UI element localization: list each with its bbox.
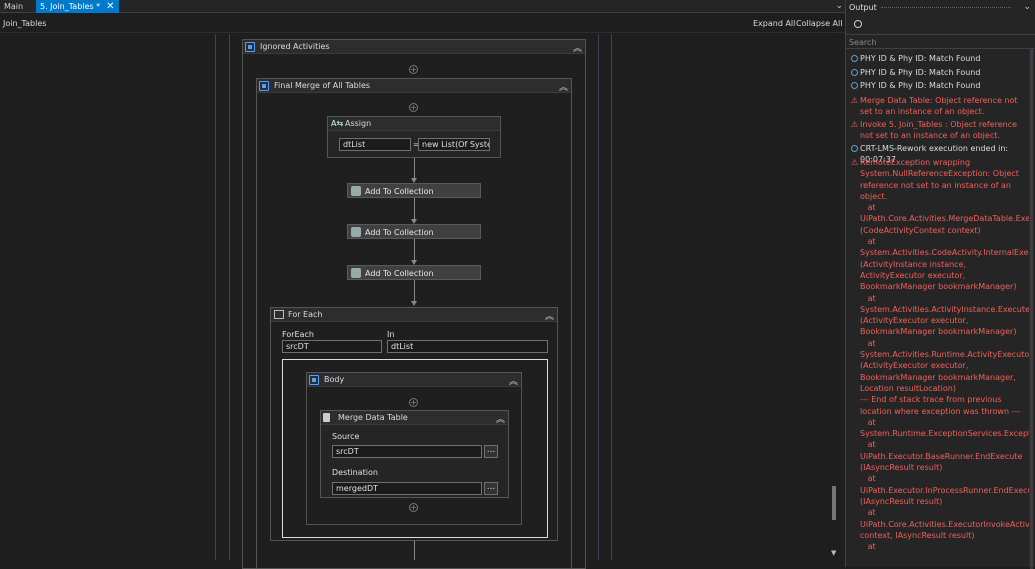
foreach-item-field[interactable]: srcDT — [282, 340, 382, 353]
collection-icon — [351, 227, 361, 237]
add-activity-icon[interactable]: + — [409, 398, 418, 407]
tab-join-tables-label: 5. Join_Tables * — [40, 2, 101, 11]
collection-icon — [351, 186, 361, 196]
output-title: Output — [849, 3, 877, 12]
assign-icon: A⇆ — [331, 119, 344, 128]
canvas-scrollbar[interactable] — [828, 34, 840, 560]
final-merge-title: Final Merge of All Tables — [274, 81, 371, 90]
info-icon — [851, 69, 858, 76]
add-to-collection-label: Add To Collection — [365, 187, 434, 196]
for-each-title: For Each — [288, 310, 323, 319]
assign-value-field[interactable]: new List(Of System — [418, 138, 490, 151]
collapse-icon[interactable]: ︽ — [559, 80, 568, 93]
warning-icon: ⚠ — [851, 96, 859, 105]
add-to-collection-activity[interactable]: Add To Collection — [347, 224, 481, 239]
collapse-icon[interactable]: ︽ — [509, 374, 518, 387]
output-panel: Output ⌄ Search PHY ID & Phy ID: Match F… — [845, 0, 1035, 567]
assign-to-field[interactable]: dtList — [339, 138, 411, 151]
output-toolbar — [846, 17, 1035, 35]
assign-activity[interactable]: A⇆ Assign dtList = new List(Of System — [327, 116, 501, 158]
merge-data-table-header[interactable]: Merge Data Table ︽ — [321, 411, 508, 425]
log-entry-text: PHY ID & Phy ID: Match Found — [860, 68, 981, 77]
arrow-down-icon — [411, 301, 417, 306]
foreach-in-field[interactable]: dtList — [387, 340, 548, 353]
assign-header[interactable]: A⇆ Assign — [328, 117, 500, 131]
flow-connector — [414, 541, 415, 560]
output-search-input[interactable]: Search — [846, 36, 1035, 49]
panel-grip[interactable] — [881, 7, 1011, 8]
scroll-down-icon[interactable]: ▼ — [831, 549, 836, 557]
sequence-icon — [245, 42, 255, 52]
for-each-header[interactable]: For Each ︽ — [271, 308, 557, 322]
chevron-down-icon[interactable]: ⌄ — [835, 0, 843, 13]
destination-label: Destination — [332, 468, 378, 477]
designer-header: Join_Tables Expand All Collapse All — [0, 14, 845, 33]
warning-icon: ⚠ — [851, 120, 859, 129]
info-icon — [851, 145, 858, 152]
add-to-collection-label: Add To Collection — [365, 228, 434, 237]
sequence-border-left — [215, 34, 216, 560]
info-icon — [851, 55, 858, 62]
log-entry-text: RemoteException wrapping System.NullRefe… — [860, 158, 1030, 552]
log-entry-text: PHY ID & Phy ID: Match Found — [860, 54, 981, 63]
merge-data-table-activity[interactable]: Merge Data Table ︽ Source srcDT ... Dest… — [320, 410, 509, 498]
body-title: Body — [324, 375, 345, 384]
for-each-icon — [274, 310, 284, 319]
database-icon — [323, 413, 330, 422]
add-to-collection-label: Add To Collection — [365, 269, 434, 278]
source-label: Source — [332, 432, 360, 441]
collapse-icon[interactable]: ︽ — [545, 309, 554, 322]
info-icon — [851, 82, 858, 89]
source-browse-button[interactable]: ... — [484, 445, 498, 458]
canvas-scrollbar-thumb[interactable] — [832, 486, 836, 520]
sequence-border-right-inner — [598, 34, 599, 560]
clock-icon[interactable] — [854, 20, 862, 28]
sequence-icon — [259, 81, 269, 91]
add-to-collection-activity[interactable]: Add To Collection — [347, 265, 481, 280]
sequence-border-left-inner — [229, 34, 230, 560]
ignored-activities-header[interactable]: Ignored Activities ︽ — [243, 40, 585, 54]
add-activity-icon[interactable]: + — [409, 65, 418, 74]
tab-main-label: Main — [4, 2, 24, 11]
log-entry-text: Invoke 5. Join_Tables : Object reference… — [860, 120, 1018, 141]
flow-connector — [414, 198, 415, 219]
destination-field[interactable]: mergedDT — [332, 482, 482, 495]
destination-browse-button[interactable]: ... — [484, 482, 498, 495]
flow-connector — [414, 239, 415, 260]
breadcrumb[interactable]: Join_Tables — [3, 19, 46, 28]
tab-main[interactable]: Main — [0, 0, 27, 13]
output-scrollbar-thumb[interactable] — [1030, 49, 1033, 569]
foreach-item-label: ForEach — [282, 330, 314, 339]
log-entry-text: PHY ID & Phy ID: Match Found — [860, 81, 981, 90]
collapse-icon[interactable]: ︽ — [573, 41, 582, 54]
merge-data-table-title: Merge Data Table — [338, 413, 408, 422]
body-header[interactable]: Body ︽ — [307, 373, 521, 387]
collection-icon — [351, 268, 361, 278]
add-activity-icon[interactable]: + — [409, 103, 418, 112]
add-activity-icon[interactable]: + — [409, 503, 418, 512]
add-to-collection-activity[interactable]: Add To Collection — [347, 183, 481, 198]
flow-connector — [414, 280, 415, 301]
expand-all-button[interactable]: Expand All — [753, 19, 795, 28]
ignored-activities-title: Ignored Activities — [260, 42, 330, 51]
assign-title: Assign — [345, 119, 372, 128]
sequence-icon — [309, 375, 319, 385]
log-entry[interactable]: ⚠ RemoteException wrapping System.NullRe… — [846, 157, 1030, 567]
sequence-border-right — [611, 34, 612, 560]
source-field[interactable]: srcDT — [332, 445, 482, 458]
warning-icon: ⚠ — [851, 158, 859, 167]
document-tab-bar: Main 5. Join_Tables * ✕ ⌄ — [0, 0, 845, 13]
flow-connector — [414, 158, 415, 178]
collapse-all-button[interactable]: Collapse All — [796, 19, 842, 28]
collapse-icon[interactable]: ︽ — [496, 412, 505, 425]
log-entry-text: Merge Data Table: Object reference not s… — [860, 96, 1018, 117]
tab-join-tables[interactable]: 5. Join_Tables * ✕ — [36, 0, 119, 13]
chevron-down-icon[interactable]: ⌄ — [1023, 2, 1031, 12]
final-merge-header[interactable]: Final Merge of All Tables ︽ — [257, 79, 571, 93]
close-icon[interactable]: ✕ — [106, 1, 114, 12]
foreach-in-label: In — [387, 330, 395, 339]
